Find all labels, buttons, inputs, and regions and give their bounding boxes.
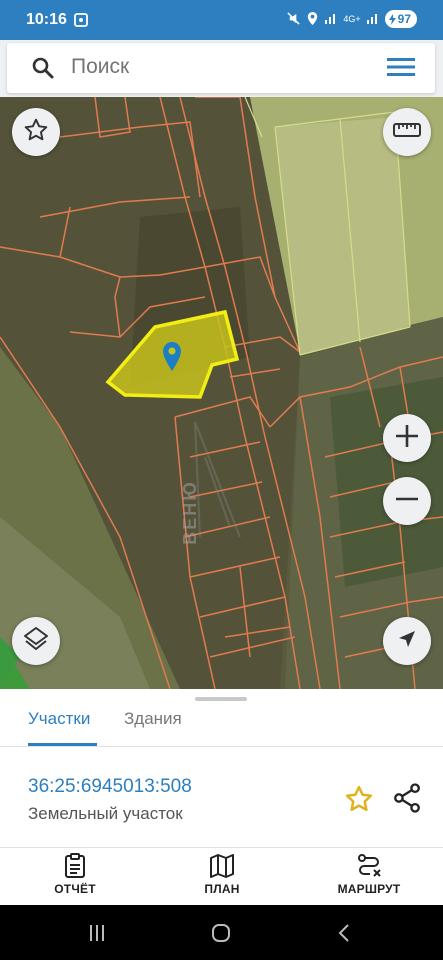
report-icon — [64, 853, 86, 879]
nav-route-label: МАРШРУТ — [337, 882, 401, 896]
parcel-cadastral-number[interactable]: 36:25:6945013:508 — [28, 776, 192, 798]
status-time: 10:16 — [26, 11, 67, 28]
signal-icon — [324, 11, 338, 27]
nav-plan-label: ПЛАН — [204, 882, 240, 896]
layers-button[interactable] — [12, 617, 60, 665]
mute-icon — [286, 11, 301, 28]
location-pin-icon[interactable] — [162, 342, 182, 377]
zoom-in-button[interactable] — [383, 414, 431, 462]
satellite-map — [0, 97, 443, 689]
zoom-out-button[interactable] — [383, 477, 431, 525]
sheet-drag-handle[interactable] — [195, 697, 247, 701]
map-view[interactable]: ВЕНЮ — [0, 97, 443, 689]
map-icon — [209, 853, 235, 879]
search-bar[interactable] — [7, 43, 435, 93]
battery-level: 97 — [397, 12, 411, 26]
minus-icon — [394, 486, 420, 517]
layers-icon — [22, 625, 50, 658]
top-toolbar — [0, 40, 443, 97]
battery-indicator: 97 — [384, 10, 417, 28]
screenshot-icon — [73, 12, 89, 33]
star-outline-icon — [23, 117, 49, 148]
signal-icon-2 — [366, 11, 380, 27]
navigation-arrow-icon — [396, 628, 418, 655]
favorite-star-icon[interactable] — [344, 784, 374, 819]
nav-report-label: ОТЧЁТ — [54, 882, 96, 896]
parcel-type: Земельный участок — [28, 804, 183, 823]
my-location-button[interactable] — [383, 617, 431, 665]
home-icon[interactable] — [211, 923, 231, 948]
route-icon — [356, 853, 382, 879]
network-type: 4G+ — [343, 14, 361, 24]
tab-parcels[interactable]: Участки — [28, 709, 90, 729]
bottom-sheet: Участки Здания 36:25:6945013:508 Земельн… — [0, 689, 443, 905]
menu-icon[interactable] — [387, 56, 415, 83]
search-icon[interactable] — [31, 56, 55, 85]
tab-divider — [0, 746, 443, 747]
favorite-map-button[interactable] — [12, 108, 60, 156]
system-navigation-bar — [0, 905, 443, 960]
map-watermark-text: ВЕНЮ — [179, 480, 200, 545]
tab-buildings[interactable]: Здания — [124, 709, 182, 729]
status-indicators: 4G+ 97 — [286, 10, 417, 28]
nav-plan[interactable]: ПЛАН — [196, 853, 248, 903]
back-icon[interactable] — [337, 923, 351, 948]
ruler-icon — [393, 121, 421, 144]
nav-route[interactable]: МАРШРУТ — [329, 853, 409, 903]
sheet-divider — [0, 847, 443, 848]
location-icon — [306, 11, 319, 28]
status-bar: 10:16 4G+ 97 — [0, 0, 443, 40]
search-input[interactable] — [71, 55, 331, 79]
ruler-button[interactable] — [383, 108, 431, 156]
plus-icon — [394, 423, 420, 454]
recent-apps-icon[interactable] — [88, 924, 106, 947]
nav-report[interactable]: ОТЧЁТ — [49, 853, 101, 903]
share-icon[interactable] — [393, 783, 421, 818]
